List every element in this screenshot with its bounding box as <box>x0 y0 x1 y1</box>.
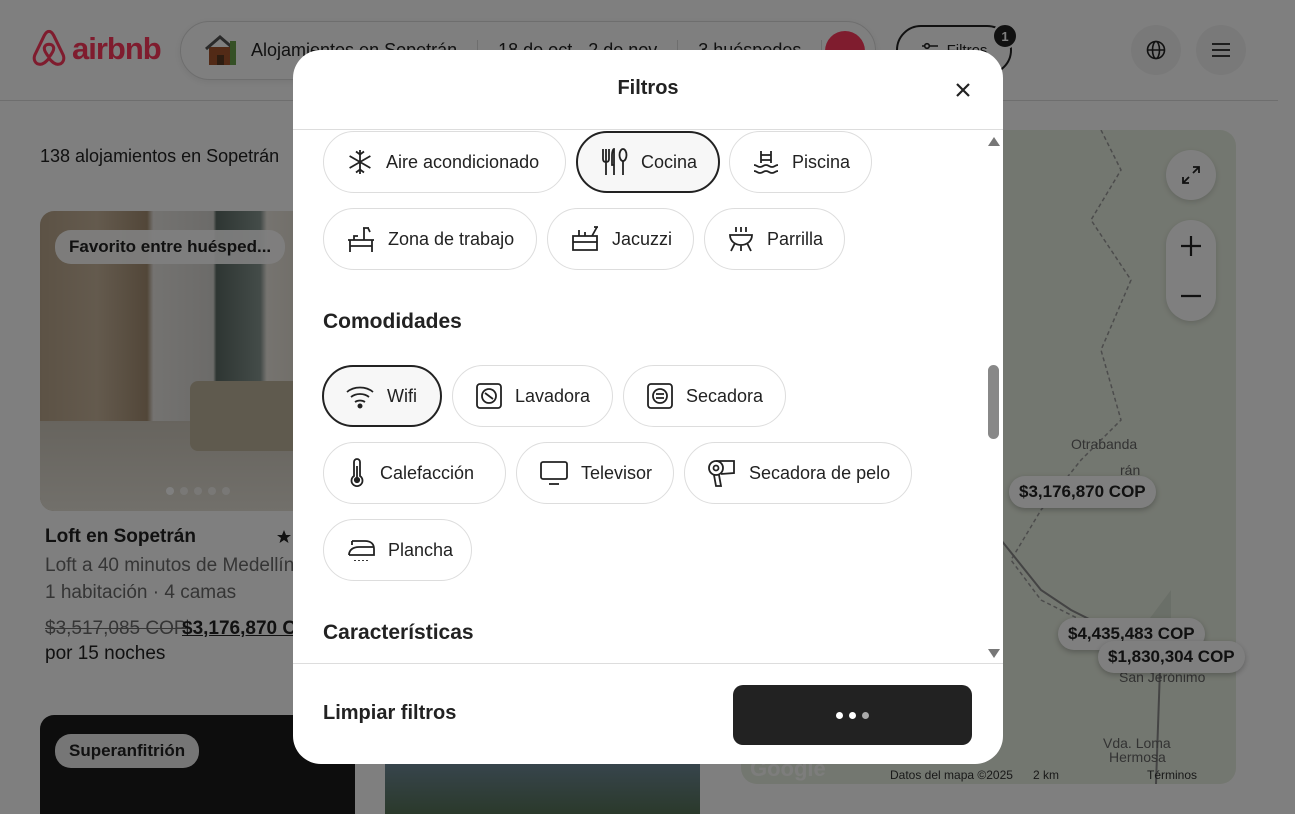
chip-tv[interactable]: Televisor <box>516 442 674 504</box>
chip-iron[interactable]: Plancha <box>323 519 472 581</box>
tv-icon <box>540 461 568 485</box>
chip-workspace[interactable]: Zona de trabajo <box>323 208 537 270</box>
show-results-button[interactable] <box>733 685 972 745</box>
snowflake-icon <box>349 150 371 174</box>
modal-header: Filtros <box>293 50 1003 130</box>
chip-label: Cocina <box>641 151 698 172</box>
loading-dot <box>862 711 869 719</box>
modal-footer: Limpiar filtros <box>293 663 1003 764</box>
chip-label: Aire acondicionado <box>386 151 540 172</box>
jacuzzi-icon <box>572 226 598 251</box>
dryer-icon <box>647 383 673 409</box>
chip-kitchen[interactable]: Cocina <box>576 131 720 193</box>
chip-pool[interactable]: Piscina <box>729 131 872 193</box>
chip-dryer[interactable]: Secadora <box>623 365 786 427</box>
chip-heating[interactable]: Calefacción <box>323 442 506 504</box>
grill-icon <box>729 227 753 252</box>
scroll-down-arrow[interactable] <box>988 649 1000 658</box>
chip-air-conditioning[interactable]: Aire acondicionado <box>323 131 566 193</box>
chip-grill[interactable]: Parrilla <box>704 208 845 270</box>
chip-label: Jacuzzi <box>612 228 673 249</box>
close-icon <box>956 83 970 97</box>
chip-label: Secadora de pelo <box>749 462 891 483</box>
wifi-icon <box>346 386 374 409</box>
filters-modal: Filtros Aire acondicionado Cocina Piscin… <box>293 50 1003 764</box>
chip-jacuzzi[interactable]: Jacuzzi <box>547 208 694 270</box>
scrollbar-thumb[interactable] <box>988 365 999 439</box>
amenities-heading: Comodidades <box>323 310 462 333</box>
chip-washer[interactable]: Lavadora <box>452 365 613 427</box>
utensils-icon <box>602 148 628 175</box>
hair-dryer-icon <box>708 460 735 487</box>
modal-title: Filtros <box>617 77 679 99</box>
thermometer-icon <box>350 458 364 487</box>
clear-filters-link[interactable]: Limpiar filtros <box>323 702 456 725</box>
washer-icon <box>476 383 502 409</box>
chip-label: Secadora <box>686 385 764 406</box>
workspace-icon <box>348 227 374 252</box>
loading-dot <box>849 711 856 719</box>
loading-dot <box>836 711 843 719</box>
modal-scroll-area[interactable]: Aire acondicionado Cocina Piscina Zona d… <box>293 130 1003 663</box>
scroll-up-arrow[interactable] <box>988 137 1000 146</box>
chip-wifi[interactable]: Wifi <box>322 365 442 427</box>
pool-icon <box>753 151 779 174</box>
chip-label: Wifi <box>387 385 417 406</box>
chip-label: Parrilla <box>767 228 824 249</box>
chip-label: Plancha <box>388 539 454 560</box>
chip-label: Lavadora <box>515 385 591 406</box>
iron-icon <box>348 540 375 561</box>
chip-label: Televisor <box>581 462 653 483</box>
chip-label: Piscina <box>792 151 851 172</box>
chip-hair-dryer[interactable]: Secadora de pelo <box>684 442 912 504</box>
features-heading: Características <box>323 621 474 644</box>
close-button[interactable] <box>948 75 978 105</box>
chip-label: Calefacción <box>380 462 475 483</box>
chip-label: Zona de trabajo <box>388 228 515 249</box>
